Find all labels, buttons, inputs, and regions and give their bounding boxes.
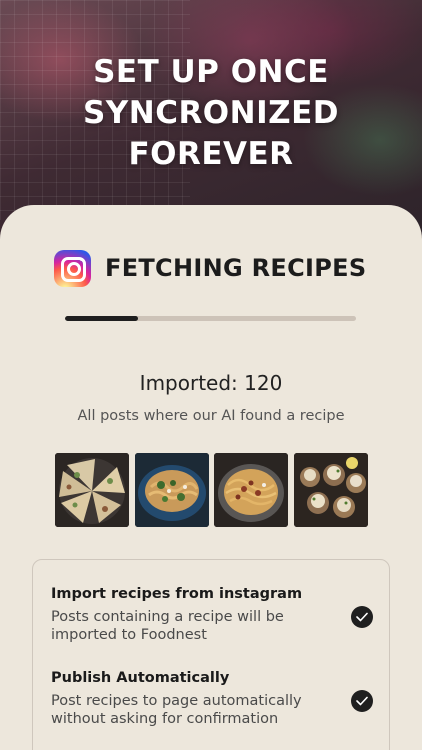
option-import-recipes[interactable]: Import recipes from instagram Posts cont… [51,584,373,644]
pizza-slices-thumbnail[interactable] [55,453,129,527]
hero-title-line-3: FOREVER [128,136,294,172]
option-publish-automatically[interactable]: Publish Automatically Post recipes to pa… [51,668,373,728]
hero-title-line-1: SET UP ONCE [93,54,329,90]
stuffed-mushrooms-thumbnail[interactable] [293,453,368,527]
content-sheet: FETCHING RECIPES Imported: 120 All posts… [0,205,422,750]
check-icon[interactable] [351,606,373,628]
fetch-progress-fill [65,316,138,321]
hero-title-line-2: SYNCRONIZED [82,95,340,131]
option-description: Posts containing a recipe will be import… [51,609,284,643]
fetch-status-header: FETCHING RECIPES [54,249,366,287]
fetch-status-title: FETCHING RECIPES [105,254,367,282]
fetch-progress-bar [65,316,356,321]
check-icon[interactable] [351,690,373,712]
onboarding-screen: SET UP ONCE SYNCRONIZED FOREVER FETCHING… [0,0,422,750]
option-title: Publish Automatically [51,670,230,686]
option-description: Post recipes to page automatically witho… [51,693,302,727]
option-title: Import recipes from instagram [51,586,303,602]
imported-count: Imported: 120 [139,371,283,395]
instagram-icon [54,249,91,287]
spaghetti-bolognese-thumbnail[interactable] [214,453,289,527]
imported-subtitle: All posts where our AI found a recipe [77,408,345,424]
hero-title: SET UP ONCE SYNCRONIZED FOREVER [0,52,422,175]
sync-options-card: Import recipes from instagram Posts cont… [32,559,390,750]
pasta-with-greens-thumbnail[interactable] [134,453,209,527]
recipe-thumbnails [55,453,368,527]
